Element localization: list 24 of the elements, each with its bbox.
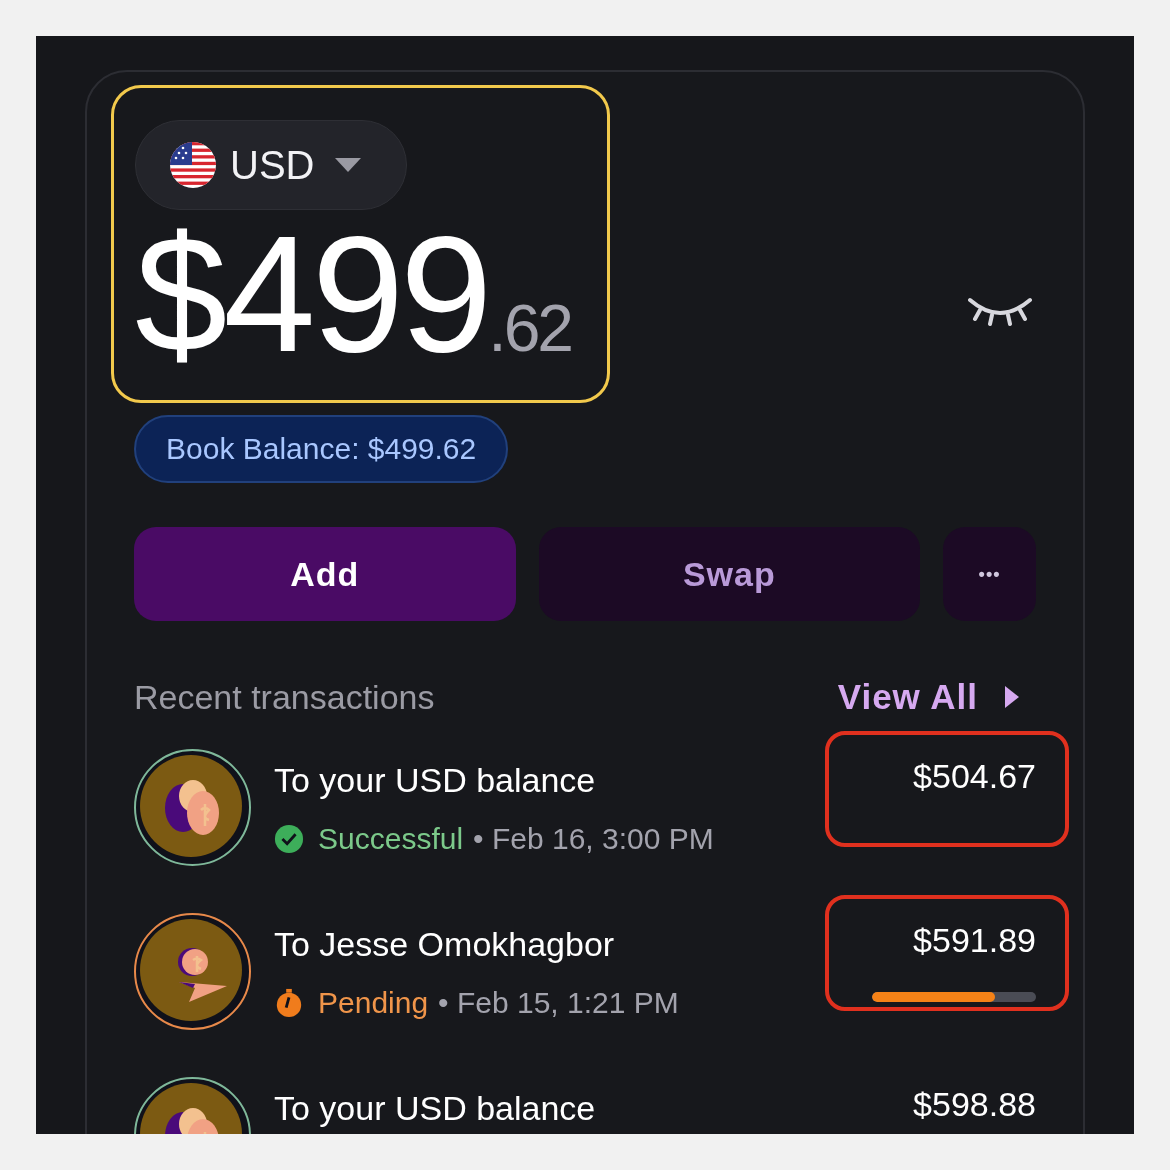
add-button[interactable]: Add [134,527,516,621]
transaction-amount: $504.67 [913,757,1036,796]
transaction-amount: $591.89 [913,921,1036,960]
section-title: Recent transactions [134,677,435,717]
stopwatch-icon [274,988,304,1018]
currency-selector[interactable]: USD [135,120,408,210]
play-icon [1004,685,1020,709]
view-all-link[interactable]: View All [837,677,978,717]
transaction-title: To your USD balance [274,1089,596,1128]
transaction-amount: $598.88 [913,1085,1036,1124]
transaction-title: To your USD balance [274,761,597,800]
swap-button[interactable]: Swap [538,527,921,621]
transaction-date: • Feb 16, 3:00 PM [473,822,714,856]
status-label: Pending [318,986,429,1020]
check-circle-icon [274,824,304,854]
transaction-title: To Jesse Omokhagbor [274,925,616,964]
transaction-date: • Feb 15, 1:21 PM [438,986,679,1020]
more-button[interactable]: ••• [943,527,1036,621]
caret-icon [334,157,363,173]
flag-icon [170,142,216,188]
balance-amount: $499 [135,210,489,378]
book-balance-badge: Book Balance: $499.62 [134,415,509,483]
status-label: Successful [318,822,464,856]
balance-cents: .62 [488,290,572,366]
